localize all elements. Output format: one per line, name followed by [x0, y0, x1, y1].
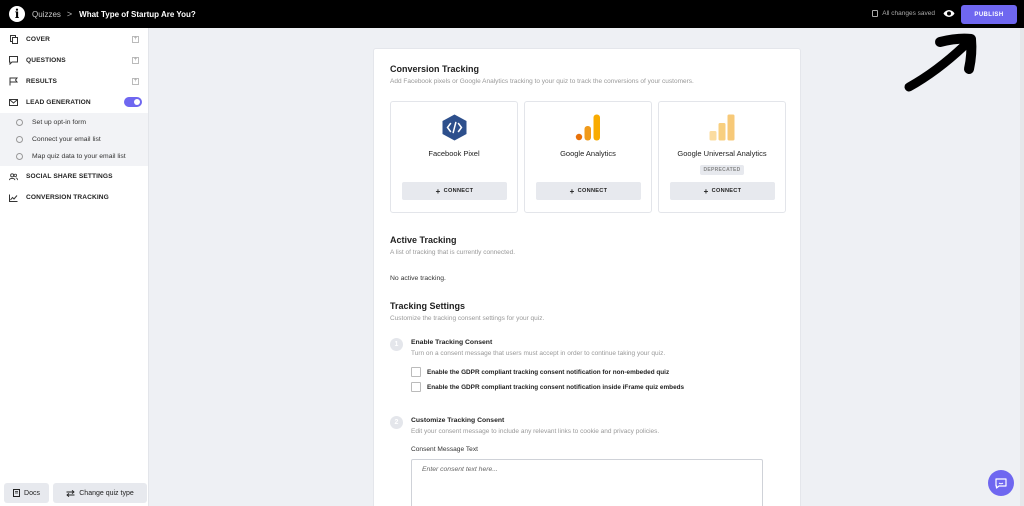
google-universal-analytics-tile: Google Universal Analytics DEPRECATED + …	[658, 101, 786, 213]
sidebar-item-label: QUESTIONS	[26, 57, 66, 64]
integration-tiles: Facebook Pixel + CONNECT Google Analytic…	[390, 101, 786, 213]
sidebar-item-results[interactable]: RESULTS +	[0, 71, 148, 92]
users-icon	[9, 172, 18, 181]
chat-bubble-icon	[995, 477, 1007, 489]
deprecated-badge: DEPRECATED	[700, 165, 744, 175]
sub-item-label: Connect your email list	[32, 136, 101, 143]
plus-icon: +	[435, 186, 441, 196]
connect-universal-analytics-button[interactable]: + CONNECT	[670, 182, 775, 200]
sidebar-item-social-share[interactable]: SOCIAL SHARE SETTINGS	[0, 166, 148, 187]
sub-item-opt-in-form[interactable]: Set up opt-in form	[0, 114, 148, 131]
step-circle-icon	[16, 136, 23, 143]
sidebar-item-cover[interactable]: COVER +	[0, 29, 148, 50]
pages-icon	[9, 35, 18, 44]
step-description: Edit your consent message to include any…	[411, 428, 660, 435]
lead-generation-toggle[interactable]	[124, 97, 142, 107]
step-number-badge: 2	[390, 416, 403, 429]
checkbox[interactable]	[411, 382, 421, 392]
swap-arrows-icon	[66, 489, 75, 497]
checkbox[interactable]	[411, 367, 421, 377]
sub-item-map-quiz-data[interactable]: Map quiz data to your email list	[0, 148, 148, 165]
active-tracking-empty: No active tracking.	[390, 275, 446, 282]
save-status-text: All changes saved	[882, 10, 935, 17]
code-hex-icon	[442, 114, 466, 141]
change-quiz-type-button[interactable]: Change quiz type	[53, 483, 147, 503]
step-title: Enable Tracking Consent	[411, 339, 493, 346]
breadcrumb-quizzes-link[interactable]: Quizzes	[32, 10, 61, 19]
analytics-bars-icon	[575, 114, 600, 141]
consent-text-label: Consent Message Text	[411, 446, 478, 453]
gdpr-non-embedded-option[interactable]: Enable the GDPR compliant tracking conse…	[411, 367, 669, 377]
gdpr-iframe-option[interactable]: Enable the GDPR compliant tracking conse…	[411, 382, 684, 392]
consent-text-input[interactable]	[411, 459, 763, 506]
add-question-icon[interactable]: +	[132, 57, 139, 64]
docs-button[interactable]: Docs	[4, 483, 49, 503]
page-scrollbar[interactable]	[1020, 28, 1024, 506]
app-logo[interactable]: i	[9, 6, 25, 22]
step-title: Customize Tracking Consent	[411, 417, 505, 424]
checkbox-label: Enable the GDPR compliant tracking conse…	[427, 383, 685, 391]
section-title-active: Active Tracking	[390, 235, 457, 245]
step-circle-icon	[16, 153, 23, 160]
chat-icon	[9, 56, 18, 65]
add-cover-icon[interactable]: +	[132, 36, 139, 43]
add-result-icon[interactable]: +	[132, 78, 139, 85]
section-title-settings: Tracking Settings	[390, 301, 466, 311]
preview-eye-icon[interactable]	[943, 9, 955, 18]
connect-label: CONNECT	[577, 188, 608, 194]
sidebar-item-label: COVER	[26, 36, 50, 43]
top-bar: i Quizzes > What Type of Startup Are You…	[0, 0, 1024, 28]
change-quiz-type-label: Change quiz type	[79, 489, 134, 497]
facebook-pixel-tile: Facebook Pixel + CONNECT	[390, 101, 518, 213]
step-number-badge: 1	[390, 338, 403, 351]
sidebar-footer: Docs Change quiz type	[4, 483, 147, 503]
save-status: All changes saved	[872, 10, 935, 17]
sidebar: COVER + QUESTIONS + RESULTS + LEAD GENER…	[0, 28, 149, 506]
sub-item-connect-email-list[interactable]: Connect your email list	[0, 131, 148, 148]
plus-icon: +	[703, 186, 709, 196]
sidebar-item-label: LEAD GENERATION	[26, 99, 91, 106]
connect-label: CONNECT	[443, 188, 474, 194]
sidebar-item-label: RESULTS	[26, 78, 57, 85]
lead-generation-submenu: Set up opt-in form Connect your email li…	[0, 113, 148, 166]
connect-google-analytics-button[interactable]: + CONNECT	[536, 182, 641, 200]
step-description: Turn on a consent message that users mus…	[411, 350, 666, 357]
sidebar-item-questions[interactable]: QUESTIONS +	[0, 50, 148, 71]
connect-facebook-pixel-button[interactable]: + CONNECT	[402, 182, 507, 200]
google-analytics-tile: Google Analytics + CONNECT	[524, 101, 652, 213]
docs-label: Docs	[24, 489, 40, 497]
integration-name: Google Analytics	[560, 149, 616, 158]
document-icon	[872, 10, 879, 17]
sub-item-label: Map quiz data to your email list	[32, 153, 126, 160]
quiz-title: What Type of Startup Are You?	[79, 9, 196, 19]
sidebar-item-conversion-tracking[interactable]: CONVERSION TRACKING	[0, 187, 148, 208]
arrow-annotation	[904, 33, 977, 92]
plus-icon: +	[569, 186, 575, 196]
checkbox-label: Enable the GDPR compliant tracking conse…	[427, 368, 670, 376]
section-desc-active: A list of tracking that is currently con…	[390, 249, 516, 256]
mail-icon	[9, 98, 18, 107]
section-title-conversion: Conversion Tracking	[390, 64, 480, 74]
sub-item-label: Set up opt-in form	[32, 119, 87, 126]
conversion-tracking-panel: Conversion Tracking Add Facebook pixels …	[373, 48, 801, 506]
publish-button[interactable]: PUBLISH	[961, 5, 1017, 24]
integration-name: Google Universal Analytics	[677, 149, 767, 158]
sidebar-item-lead-generation[interactable]: LEAD GENERATION	[0, 92, 148, 113]
sidebar-item-label: SOCIAL SHARE SETTINGS	[26, 173, 113, 180]
analytics-bars-light-icon	[709, 114, 735, 141]
chat-launcher-button[interactable]	[988, 470, 1014, 496]
section-desc-conversion: Add Facebook pixels or Google Analytics …	[390, 78, 694, 85]
flag-icon	[9, 77, 18, 86]
section-desc-settings: Customize the tracking consent settings …	[390, 315, 545, 322]
breadcrumb-separator: >	[66, 9, 73, 19]
integration-name: Facebook Pixel	[428, 149, 480, 158]
step-circle-icon	[16, 119, 23, 126]
book-icon	[13, 489, 21, 497]
chart-icon	[9, 193, 18, 202]
connect-label: CONNECT	[711, 188, 742, 194]
sidebar-item-label: CONVERSION TRACKING	[26, 194, 109, 201]
